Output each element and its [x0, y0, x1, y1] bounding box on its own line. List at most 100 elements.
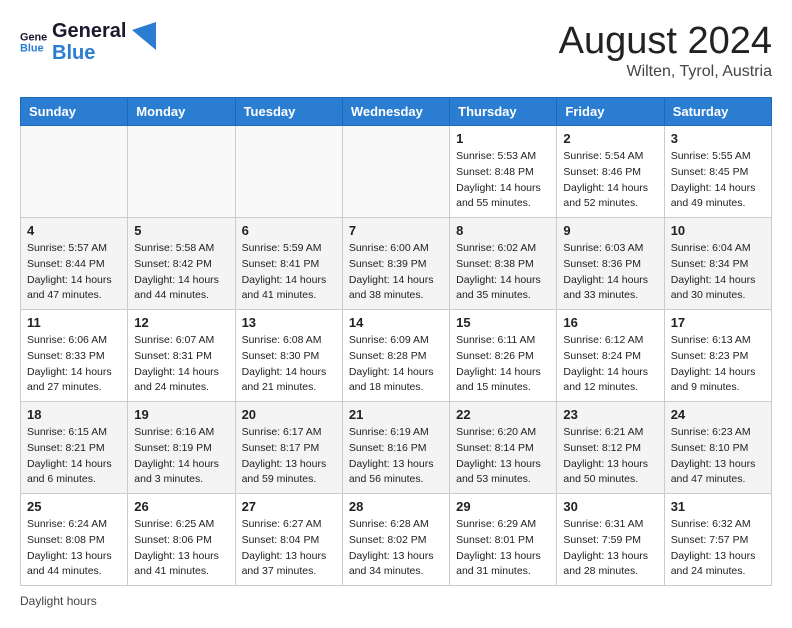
day-info: Sunrise: 6:21 AMSunset: 8:12 PMDaylight:… [563, 425, 657, 488]
month-title: August 2024 [559, 20, 772, 63]
day-number: 9 [563, 223, 657, 238]
day-info: Sunrise: 6:29 AMSunset: 8:01 PMDaylight:… [456, 517, 550, 580]
day-number: 30 [563, 499, 657, 514]
calendar-day-cell: 16 Sunrise: 6:12 AMSunset: 8:24 PMDayligh… [557, 310, 664, 402]
logo-arrow-icon [132, 22, 156, 54]
calendar-week-row: 1 Sunrise: 5:53 AMSunset: 8:48 PMDaylight… [21, 126, 772, 218]
day-info: Sunrise: 6:24 AMSunset: 8:08 PMDaylight:… [27, 517, 121, 580]
day-number: 5 [134, 223, 228, 238]
title-block: August 2024 Wilten, Tyrol, Austria [559, 20, 772, 81]
calendar-day-cell: 12 Sunrise: 6:07 AMSunset: 8:31 PMDayligh… [128, 310, 235, 402]
day-number: 17 [671, 315, 765, 330]
day-info: Sunrise: 6:17 AMSunset: 8:17 PMDaylight:… [242, 425, 336, 488]
location: Wilten, Tyrol, Austria [559, 63, 772, 81]
day-number: 14 [349, 315, 443, 330]
calendar-header-thursday: Thursday [450, 98, 557, 126]
day-number: 10 [671, 223, 765, 238]
day-number: 11 [27, 315, 121, 330]
calendar-day-cell: 26Sunrise: 6:25 AMSunset: 8:06 PMDayligh… [128, 494, 235, 586]
logo: General Blue General Blue [20, 20, 156, 64]
calendar-day-cell: 11 Sunrise: 6:06 AMSunset: 8:33 PMDayligh… [21, 310, 128, 402]
calendar-day-cell: 2 Sunrise: 5:54 AMSunset: 8:46 PMDaylight… [557, 126, 664, 218]
calendar-day-cell: 5 Sunrise: 5:58 AMSunset: 8:42 PMDaylight… [128, 218, 235, 310]
calendar-day-cell [128, 126, 235, 218]
calendar-day-cell: 15 Sunrise: 6:11 AMSunset: 8:26 PMDayligh… [450, 310, 557, 402]
day-info: Sunrise: 6:06 AMSunset: 8:33 PMDaylight:… [27, 333, 121, 396]
day-number: 13 [242, 315, 336, 330]
day-number: 3 [671, 131, 765, 146]
calendar-day-cell: 4Sunrise: 5:57 AMSunset: 8:44 PMDaylight… [21, 218, 128, 310]
logo-general-text: General [52, 20, 126, 42]
calendar-day-cell [342, 126, 449, 218]
day-number: 1 [456, 131, 550, 146]
calendar-day-cell: 25Sunrise: 6:24 AMSunset: 8:08 PMDayligh… [21, 494, 128, 586]
day-number: 28 [349, 499, 443, 514]
day-info: Sunrise: 6:08 AMSunset: 8:30 PMDaylight:… [242, 333, 336, 396]
day-number: 8 [456, 223, 550, 238]
day-info: Sunrise: 6:23 AMSunset: 8:10 PMDaylight:… [671, 425, 765, 488]
calendar-day-cell: 19 Sunrise: 6:16 AMSunset: 8:19 PMDayligh… [128, 402, 235, 494]
day-info: Sunrise: 6:31 AMSunset: 7:59 PMDaylight:… [563, 517, 657, 580]
calendar-day-cell: 29Sunrise: 6:29 AMSunset: 8:01 PMDayligh… [450, 494, 557, 586]
calendar-day-cell: 22 Sunrise: 6:20 AMSunset: 8:14 PMDayligh… [450, 402, 557, 494]
day-info: Sunrise: 6:19 AMSunset: 8:16 PMDaylight:… [349, 425, 443, 488]
calendar-week-row: 4Sunrise: 5:57 AMSunset: 8:44 PMDaylight… [21, 218, 772, 310]
day-info: Sunrise: 6:15 AMSunset: 8:21 PMDaylight:… [27, 425, 121, 488]
day-info: Sunrise: 5:53 AMSunset: 8:48 PMDaylight:… [456, 149, 550, 212]
day-info: Sunrise: 6:02 AMSunset: 8:38 PMDaylight:… [456, 241, 550, 304]
calendar-header-friday: Friday [557, 98, 664, 126]
calendar-day-cell: 17Sunrise: 6:13 AMSunset: 8:23 PMDayligh… [664, 310, 771, 402]
calendar-day-cell: 21Sunrise: 6:19 AMSunset: 8:16 PMDayligh… [342, 402, 449, 494]
day-number: 19 [134, 407, 228, 422]
calendar-week-row: 18 Sunrise: 6:15 AMSunset: 8:21 PMDayligh… [21, 402, 772, 494]
day-number: 31 [671, 499, 765, 514]
day-info: Sunrise: 6:11 AMSunset: 8:26 PMDaylight:… [456, 333, 550, 396]
day-number: 12 [134, 315, 228, 330]
calendar-day-cell: 9 Sunrise: 6:03 AMSunset: 8:36 PMDaylight… [557, 218, 664, 310]
day-info: Sunrise: 6:04 AMSunset: 8:34 PMDaylight:… [671, 241, 765, 304]
day-number: 22 [456, 407, 550, 422]
day-info: Sunrise: 6:16 AMSunset: 8:19 PMDaylight:… [134, 425, 228, 488]
day-number: 2 [563, 131, 657, 146]
day-info: Sunrise: 6:27 AMSunset: 8:04 PMDaylight:… [242, 517, 336, 580]
calendar-header-saturday: Saturday [664, 98, 771, 126]
day-number: 7 [349, 223, 443, 238]
calendar-header-sunday: Sunday [21, 98, 128, 126]
logo-blue-text: Blue [52, 42, 126, 64]
calendar-day-cell: 10 Sunrise: 6:04 AMSunset: 8:34 PMDayligh… [664, 218, 771, 310]
day-number: 20 [242, 407, 336, 422]
day-number: 6 [242, 223, 336, 238]
calendar-day-cell: 18 Sunrise: 6:15 AMSunset: 8:21 PMDayligh… [21, 402, 128, 494]
calendar-week-row: 11 Sunrise: 6:06 AMSunset: 8:33 PMDayligh… [21, 310, 772, 402]
day-number: 18 [27, 407, 121, 422]
calendar-header-monday: Monday [128, 98, 235, 126]
calendar-day-cell: 30 Sunrise: 6:31 AMSunset: 7:59 PMDayligh… [557, 494, 664, 586]
day-info: Sunrise: 5:58 AMSunset: 8:42 PMDaylight:… [134, 241, 228, 304]
day-info: Sunrise: 6:28 AMSunset: 8:02 PMDaylight:… [349, 517, 443, 580]
day-info: Sunrise: 6:20 AMSunset: 8:14 PMDaylight:… [456, 425, 550, 488]
day-info: Sunrise: 6:12 AMSunset: 8:24 PMDaylight:… [563, 333, 657, 396]
calendar-header-wednesday: Wednesday [342, 98, 449, 126]
calendar-day-cell: 28 Sunrise: 6:28 AMSunset: 8:02 PMDayligh… [342, 494, 449, 586]
logo-icon: General Blue [20, 28, 48, 56]
page-header: General Blue General Blue August 2024 Wi… [20, 20, 772, 81]
calendar-day-cell: 8 Sunrise: 6:02 AMSunset: 8:38 PMDaylight… [450, 218, 557, 310]
calendar-header-row: SundayMondayTuesdayWednesdayThursdayFrid… [21, 98, 772, 126]
day-number: 15 [456, 315, 550, 330]
day-info: Sunrise: 6:07 AMSunset: 8:31 PMDaylight:… [134, 333, 228, 396]
calendar-day-cell [21, 126, 128, 218]
day-number: 23 [563, 407, 657, 422]
calendar-day-cell: 31Sunrise: 6:32 AMSunset: 7:57 PMDayligh… [664, 494, 771, 586]
calendar-day-cell: 7Sunrise: 6:00 AMSunset: 8:39 PMDaylight… [342, 218, 449, 310]
calendar-week-row: 25Sunrise: 6:24 AMSunset: 8:08 PMDayligh… [21, 494, 772, 586]
day-info: Sunrise: 5:54 AMSunset: 8:46 PMDaylight:… [563, 149, 657, 212]
day-number: 16 [563, 315, 657, 330]
day-info: Sunrise: 6:03 AMSunset: 8:36 PMDaylight:… [563, 241, 657, 304]
calendar-day-cell: 27 Sunrise: 6:27 AMSunset: 8:04 PMDayligh… [235, 494, 342, 586]
day-info: Sunrise: 5:55 AMSunset: 8:45 PMDaylight:… [671, 149, 765, 212]
calendar-day-cell: 24Sunrise: 6:23 AMSunset: 8:10 PMDayligh… [664, 402, 771, 494]
day-number: 27 [242, 499, 336, 514]
calendar-day-cell: 23 Sunrise: 6:21 AMSunset: 8:12 PMDayligh… [557, 402, 664, 494]
calendar-day-cell: 20 Sunrise: 6:17 AMSunset: 8:17 PMDayligh… [235, 402, 342, 494]
calendar-day-cell [235, 126, 342, 218]
